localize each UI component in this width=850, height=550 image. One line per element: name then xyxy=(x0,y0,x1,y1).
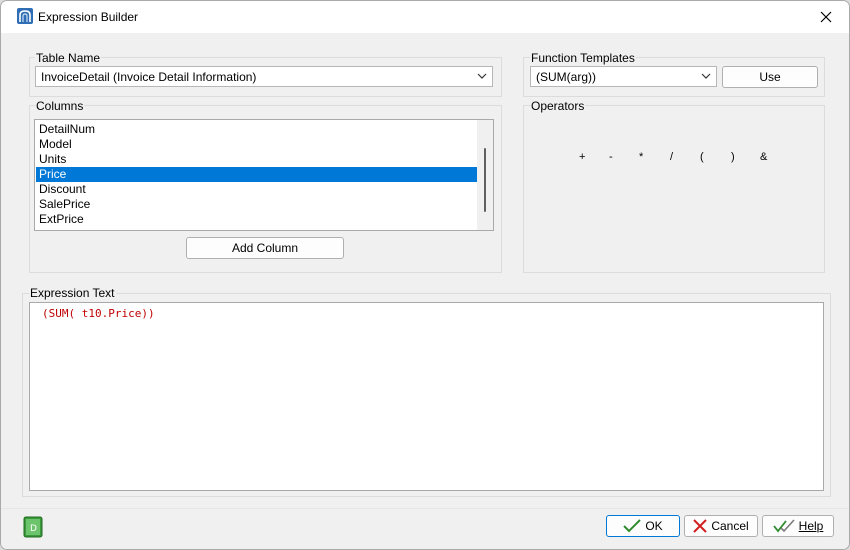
column-item-price[interactable]: Price xyxy=(36,167,477,182)
columns-label: Columns xyxy=(35,99,85,113)
close-button[interactable] xyxy=(803,1,849,33)
table-name-value: InvoiceDetail (Invoice Detail Informatio… xyxy=(41,70,257,84)
expression-text-value: (SUM( t10.Price)) xyxy=(42,307,155,320)
operator-close-paren[interactable]: ) xyxy=(731,151,735,163)
function-template-value: (SUM(arg)) xyxy=(536,70,596,84)
operator-minus[interactable]: - xyxy=(609,151,613,163)
checkmark-icon xyxy=(623,519,642,533)
add-column-button[interactable]: Add Column xyxy=(186,237,344,259)
dialog-footer: D OK Cancel Help xyxy=(1,508,849,549)
column-item-extprice[interactable]: ExtPrice xyxy=(36,212,477,227)
operator-multiply[interactable]: * xyxy=(639,151,643,163)
add-column-label: Add Column xyxy=(231,241,299,255)
column-item-model[interactable]: Model xyxy=(36,137,477,152)
expression-textarea[interactable]: (SUM( t10.Price)) xyxy=(29,302,824,491)
table-name-combobox[interactable]: InvoiceDetail (Invoice Detail Informatio… xyxy=(35,66,493,87)
cross-icon xyxy=(693,519,708,533)
cancel-button[interactable]: Cancel xyxy=(684,515,758,537)
double-check-icon xyxy=(772,519,795,533)
chevron-down-icon xyxy=(477,73,487,79)
book-icon: D xyxy=(23,516,43,538)
use-button-label: Use xyxy=(759,70,781,84)
operator-plus[interactable]: + xyxy=(579,151,585,163)
operator-divide[interactable]: / xyxy=(670,151,673,163)
function-templates-combobox[interactable]: (SUM(arg)) xyxy=(530,66,717,87)
window-title: Expression Builder xyxy=(38,10,139,24)
scrollbar-thumb[interactable] xyxy=(484,148,486,212)
operator-ampersand[interactable]: & xyxy=(760,151,767,163)
columns-listbox[interactable]: DetailNum Model Units Price Discount Sal… xyxy=(34,119,494,231)
column-item-units[interactable]: Units xyxy=(36,152,477,167)
column-item-saleprice[interactable]: SalePrice xyxy=(36,197,477,212)
operator-open-paren[interactable]: ( xyxy=(700,151,704,163)
chevron-down-icon xyxy=(701,73,711,79)
expression-text-label: Expression Text xyxy=(29,286,116,300)
operators-label: Operators xyxy=(530,99,586,113)
cancel-label: Cancel xyxy=(711,519,749,533)
help-button[interactable]: Help xyxy=(762,515,834,537)
column-item-detailnum[interactable]: DetailNum xyxy=(36,122,477,137)
ok-label: OK xyxy=(645,519,663,533)
close-icon xyxy=(820,11,832,23)
expression-builder-dialog: Expression Builder Table Name InvoiceDet… xyxy=(0,0,850,550)
function-templates-label: Function Templates xyxy=(530,51,636,65)
app-icon xyxy=(17,8,33,24)
table-name-label: Table Name xyxy=(35,51,102,65)
columns-scrollbar[interactable] xyxy=(477,120,493,230)
svg-text:D: D xyxy=(30,524,37,534)
column-item-discount[interactable]: Discount xyxy=(36,182,477,197)
help-label: Help xyxy=(798,519,824,533)
title-bar: Expression Builder xyxy=(1,1,849,33)
use-button[interactable]: Use xyxy=(722,66,818,88)
ok-button[interactable]: OK xyxy=(606,515,680,537)
operators-group xyxy=(523,105,825,273)
